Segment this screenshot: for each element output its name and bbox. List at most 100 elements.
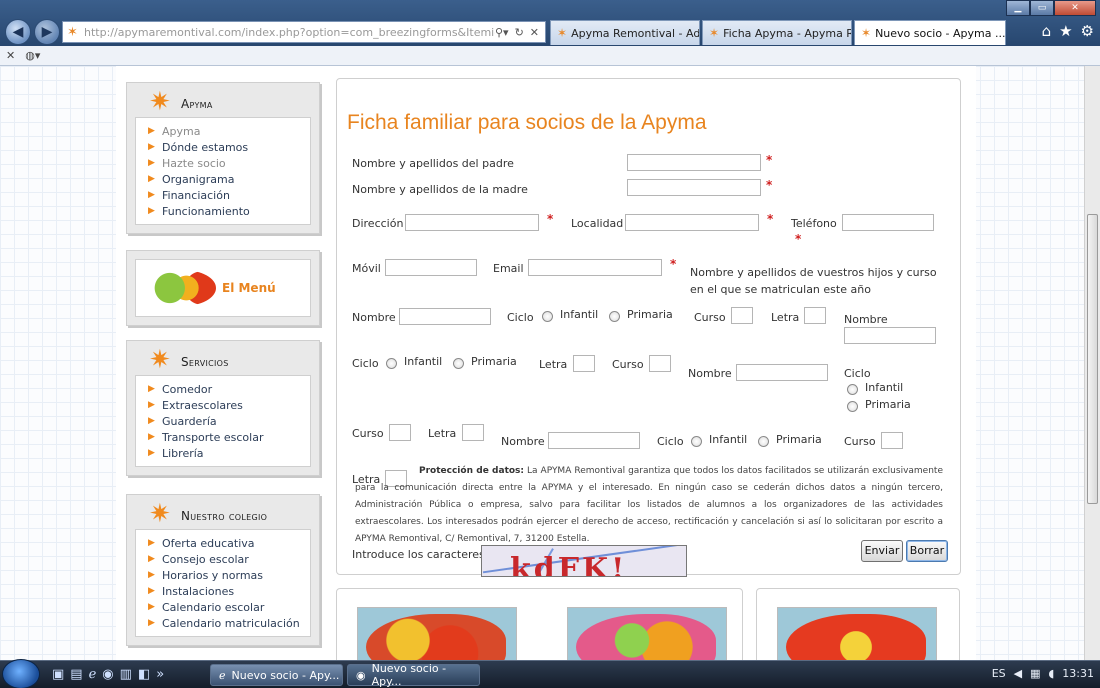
back-button[interactable]: ◀ bbox=[5, 19, 31, 45]
child1-infantil-radio[interactable] bbox=[542, 311, 553, 322]
folder-icon[interactable]: ▥ bbox=[120, 667, 132, 682]
menu-item-consejo[interactable]: ▶ Consejo escolar bbox=[148, 551, 310, 567]
scrollbar-thumb[interactable] bbox=[1087, 214, 1098, 504]
child3-primaria-radio[interactable] bbox=[847, 401, 858, 412]
star-icon: ✷ bbox=[149, 499, 171, 529]
minimize-button[interactable]: ▁ bbox=[1006, 0, 1030, 16]
menu-item-comedor[interactable]: ▶ Comedor bbox=[148, 381, 310, 397]
mother-name-input[interactable] bbox=[627, 179, 761, 196]
menu-item-funcionamiento[interactable]: ▶ Funcionamiento bbox=[148, 203, 310, 219]
favorites-star-icon[interactable]: ★ bbox=[1059, 22, 1072, 40]
search-icon[interactable]: ⚲▾ bbox=[495, 26, 509, 39]
menu-item-libreria[interactable]: ▶ Librería bbox=[148, 445, 310, 461]
child2-nombre-label: Nombre bbox=[844, 313, 888, 326]
child2-curso-input[interactable] bbox=[649, 355, 671, 372]
child1-nombre-input[interactable] bbox=[399, 308, 491, 325]
refresh-icon[interactable]: ↻ bbox=[515, 26, 524, 39]
child1-primaria-label: Primaria bbox=[627, 308, 673, 321]
gallery-image[interactable] bbox=[357, 607, 517, 660]
child4-curso-label: Curso bbox=[844, 435, 876, 448]
menu-item-calendario-escolar[interactable]: ▶ Calendario escolar bbox=[148, 599, 310, 615]
menu-banner[interactable]: El Menú bbox=[126, 250, 320, 326]
child3-curso-input[interactable] bbox=[389, 424, 411, 441]
child3-infantil-radio[interactable] bbox=[847, 384, 858, 395]
child3-nombre-input[interactable] bbox=[736, 364, 828, 381]
explorer-icon[interactable]: ▤ bbox=[70, 667, 82, 682]
maximize-button[interactable]: ▭ bbox=[1030, 0, 1054, 16]
submit-button[interactable]: Enviar bbox=[861, 540, 903, 562]
toolbar-icons: ⌂ ★ ⚙ bbox=[1042, 22, 1094, 40]
task-ie-window[interactable]: ℯ Nuevo socio - Apy... bbox=[210, 664, 343, 686]
home-icon[interactable]: ⌂ bbox=[1042, 22, 1052, 40]
menu-item-instalaciones[interactable]: ▶ Instalaciones bbox=[148, 583, 310, 599]
scrollbar[interactable] bbox=[1084, 66, 1100, 660]
father-name-input[interactable] bbox=[627, 154, 761, 171]
show-desktop-icon[interactable]: ▣ bbox=[52, 667, 64, 682]
child2-primaria-radio[interactable] bbox=[453, 358, 464, 369]
child4-infantil-label: Infantil bbox=[709, 433, 748, 446]
required-mark: * bbox=[670, 257, 677, 271]
child3-letra-input[interactable] bbox=[462, 424, 484, 441]
language-indicator[interactable]: ES bbox=[992, 667, 1006, 680]
more-icon[interactable]: » bbox=[156, 667, 164, 682]
menu-item-horarios[interactable]: ▶ Horarios y normas bbox=[148, 567, 310, 583]
arrow-icon: ▶ bbox=[148, 400, 155, 410]
child1-curso-input[interactable] bbox=[731, 307, 753, 324]
site-favicon-icon: ✶ bbox=[709, 26, 720, 40]
menu-item-apyma[interactable]: ▶ Apyma bbox=[148, 123, 310, 139]
movil-input[interactable] bbox=[385, 259, 477, 276]
network-icon[interactable]: ▦ bbox=[1030, 667, 1040, 680]
captcha-image: kdFK! bbox=[481, 545, 687, 577]
child1-primaria-radio[interactable] bbox=[609, 311, 620, 322]
stop-icon[interactable]: ✕ bbox=[530, 26, 539, 39]
reset-button[interactable]: Borrar bbox=[906, 540, 948, 562]
tab-admin[interactable]: ✶Apyma Remontival - Adm... bbox=[550, 20, 700, 45]
gallery-image[interactable] bbox=[777, 607, 937, 660]
child2-letra-input[interactable] bbox=[573, 355, 595, 372]
gallery-image[interactable] bbox=[567, 607, 727, 660]
menu-item-financiacion[interactable]: ▶ Financiación bbox=[148, 187, 310, 203]
direccion-input[interactable] bbox=[405, 214, 539, 231]
arrow-icon: ▶ bbox=[148, 618, 155, 628]
child1-letra-input[interactable] bbox=[804, 307, 826, 324]
address-bar[interactable]: ✶ http://apymaremontival.com/index.php?o… bbox=[62, 21, 546, 43]
task-firefox-window[interactable]: ◉ Nuevo socio - Apy... bbox=[347, 662, 480, 688]
tab-ficha[interactable]: ✶Ficha Apyma - Apyma Re... bbox=[702, 20, 852, 45]
localidad-label: Localidad bbox=[571, 217, 624, 230]
child2-nombre-input[interactable] bbox=[844, 327, 936, 344]
tray-arrow-icon[interactable]: ◀ bbox=[1014, 667, 1022, 680]
forward-button[interactable]: ▶ bbox=[34, 19, 60, 45]
tab-label: Ficha Apyma - Apyma Re... bbox=[723, 26, 851, 40]
child3-curso-label: Curso bbox=[352, 427, 384, 440]
menu-item-guarderia[interactable]: ▶ Guardería bbox=[148, 413, 310, 429]
menu-item-transporte[interactable]: ▶ Transporte escolar bbox=[148, 429, 310, 445]
menu-item-oferta[interactable]: ▶ Oferta educativa bbox=[148, 535, 310, 551]
telefono-input[interactable] bbox=[842, 214, 934, 231]
child4-nombre-input[interactable] bbox=[548, 432, 640, 449]
localidad-input[interactable] bbox=[625, 214, 759, 231]
menu-item-donde-estamos[interactable]: ▶ Dónde estamos bbox=[148, 139, 310, 155]
app-icon[interactable]: ◧ bbox=[138, 667, 150, 682]
menu-item-calendario-matriculacion[interactable]: ▶ Calendario matriculación bbox=[148, 615, 310, 631]
child2-primaria-label: Primaria bbox=[471, 355, 517, 368]
child4-infantil-radio[interactable] bbox=[691, 436, 702, 447]
close-bar-icon[interactable]: ✕ bbox=[6, 49, 15, 62]
tab-nuevo-socio[interactable]: ✶Nuevo socio - Apyma ...✕ bbox=[854, 20, 1006, 45]
feed-icon[interactable]: ◍▾ bbox=[25, 49, 40, 62]
tab-label: Apyma Remontival - Adm... bbox=[571, 26, 700, 40]
menu-item-organigrama[interactable]: ▶ Organigrama bbox=[148, 171, 310, 187]
email-input[interactable] bbox=[528, 259, 662, 276]
child4-curso-input[interactable] bbox=[881, 432, 903, 449]
close-window-button[interactable]: ✕ bbox=[1054, 0, 1096, 16]
gear-icon[interactable]: ⚙ bbox=[1081, 22, 1094, 40]
required-mark: * bbox=[767, 212, 774, 226]
clock[interactable]: 13:31 bbox=[1062, 667, 1094, 680]
start-button[interactable] bbox=[2, 659, 40, 688]
ie-icon[interactable]: ℯ bbox=[89, 667, 97, 682]
menu-item-hazte-socio[interactable]: ▶ Hazte socio bbox=[148, 155, 310, 171]
volume-icon[interactable]: ◖ bbox=[1049, 667, 1055, 680]
firefox-icon[interactable]: ◉ bbox=[102, 667, 113, 682]
menu-item-extraescolares[interactable]: ▶ Extraescolares bbox=[148, 397, 310, 413]
child2-infantil-radio[interactable] bbox=[386, 358, 397, 369]
child4-primaria-radio[interactable] bbox=[758, 436, 769, 447]
